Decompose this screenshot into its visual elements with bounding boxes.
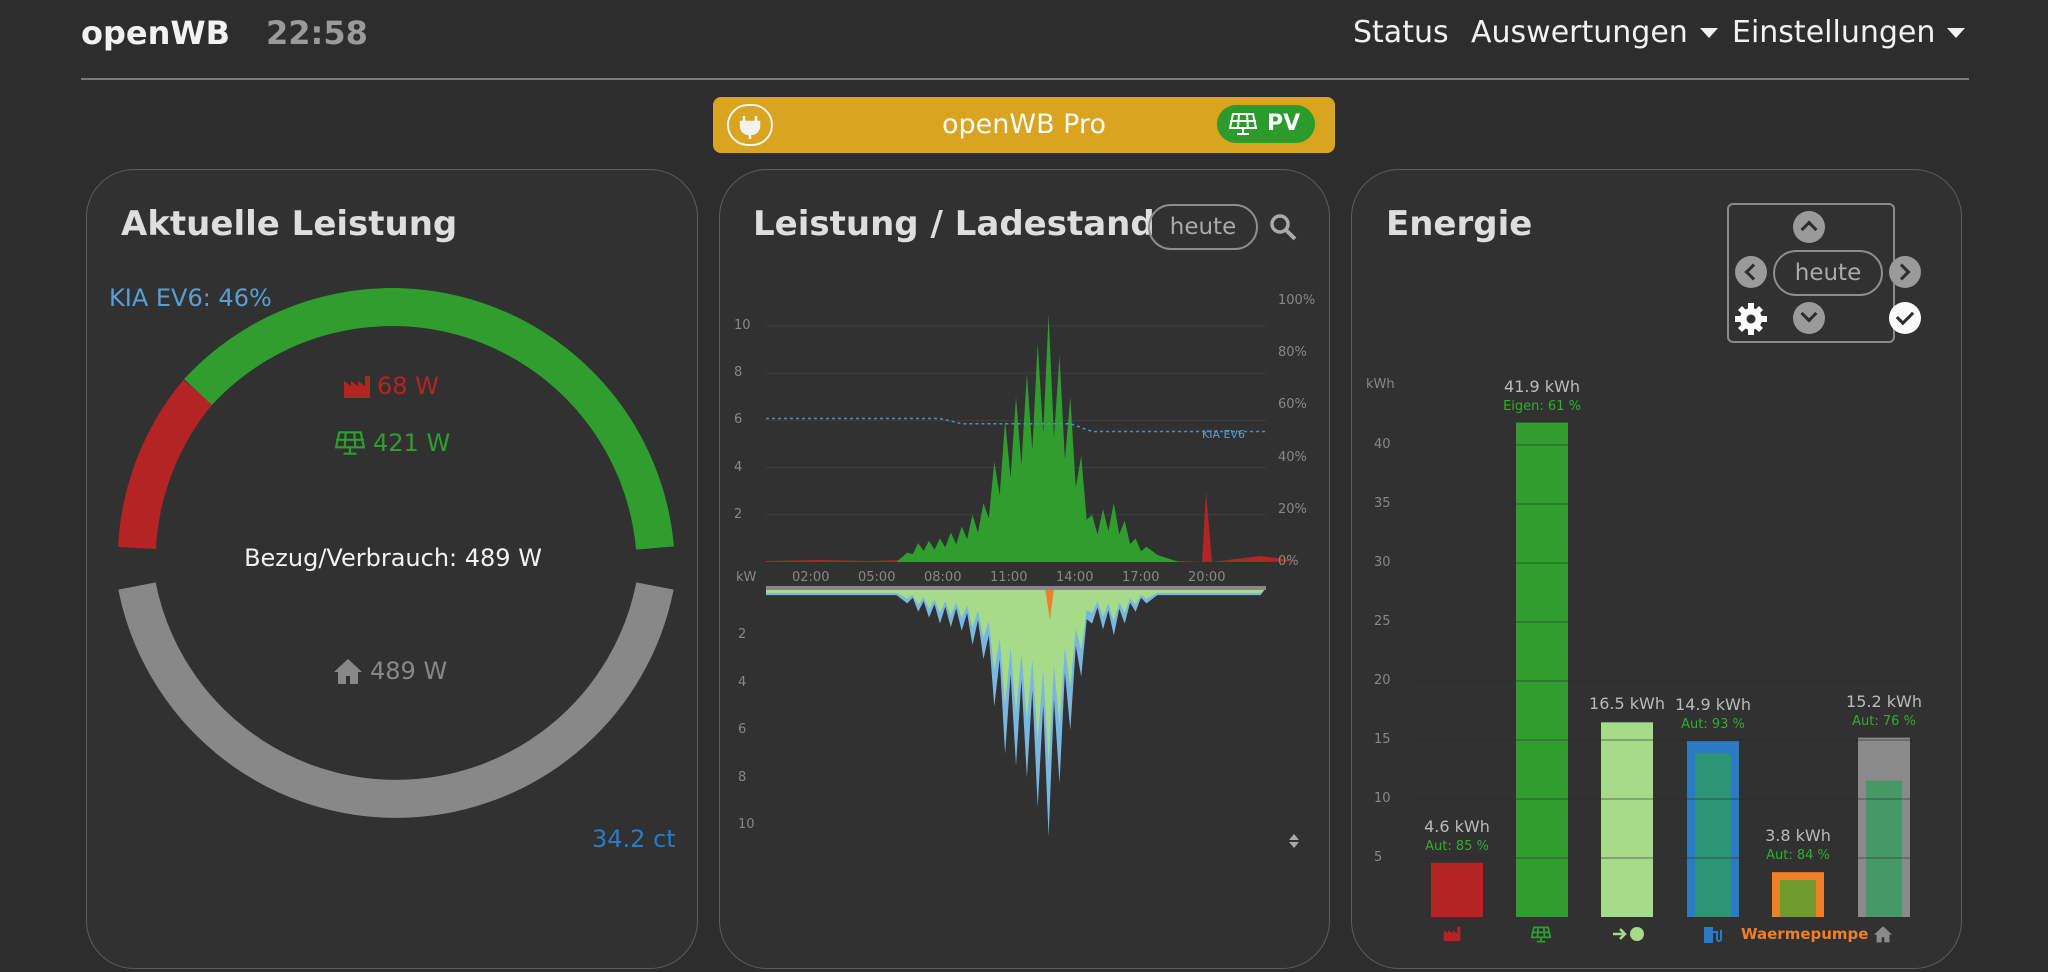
- energy-bar: [1601, 722, 1653, 917]
- nav-status[interactable]: Status: [1353, 15, 1449, 50]
- bar-share-label: Aut: 84 %: [1766, 848, 1830, 864]
- factory-icon: [344, 376, 370, 398]
- bar-share-label: Aut: 85 %: [1425, 838, 1489, 854]
- y-tick-label: 4: [734, 459, 743, 475]
- power-card: Aktuelle Leistung KIA EV6: 46% 68 W 421 …: [86, 169, 698, 969]
- x-tick-label: 14:00: [1056, 570, 1094, 585]
- soc-tick-label: 40%: [1278, 449, 1307, 465]
- soc-tick-label: 20%: [1278, 501, 1307, 517]
- bar-share-label: Aut: 93 %: [1681, 717, 1745, 733]
- charge-mode-badge[interactable]: PV: [1217, 105, 1315, 143]
- nav-status-label: Status: [1353, 15, 1449, 50]
- gauge-grid-segment: [118, 379, 213, 550]
- home-icon: [1874, 926, 1892, 943]
- consumption-summary: Bezug/Verbrauch: 489 W: [244, 544, 542, 572]
- y-tick-label: 4: [738, 674, 747, 690]
- soc-tick-label: 0%: [1278, 554, 1299, 569]
- clock: 22:58: [266, 14, 368, 52]
- nav-auswertungen[interactable]: Auswertungen: [1471, 15, 1718, 50]
- chargepoint-banner[interactable]: openWB Pro PV: [713, 97, 1335, 153]
- solar-panel-icon: [335, 431, 365, 455]
- gauge-pv-segment: [184, 288, 674, 550]
- nav-auswertungen-label: Auswertungen: [1471, 15, 1688, 50]
- y-tick-label: 6: [734, 412, 743, 428]
- y-tick-label: 6: [738, 722, 747, 738]
- energy-bar-self-share: [1695, 753, 1731, 917]
- solar-panel-icon: [1531, 926, 1551, 943]
- bar-share-label: Aut: 76 %: [1852, 713, 1916, 729]
- bar-value-label: 14.9 kWh: [1675, 695, 1751, 715]
- chart-card: Leistung / Ladestand heute KIA EV6 kW 10…: [719, 169, 1330, 969]
- bar-value-label: 16.5 kWh: [1589, 694, 1665, 714]
- grid-power: 68 W: [377, 372, 439, 400]
- export-icon: [1613, 927, 1644, 941]
- soc-tick-label: 60%: [1278, 397, 1307, 413]
- pv-power: 421 W: [373, 429, 451, 457]
- energy-card: Energie heute kWh 40 35 30 25 20 15 10 5 4.6 kW…: [1351, 169, 1962, 969]
- nav-einstellungen-label: Einstellungen: [1732, 15, 1936, 50]
- bar-value-label: 41.9 kWh: [1504, 376, 1580, 396]
- bar-value-label: 3.8 kWh: [1765, 826, 1831, 846]
- soc-tick-label: 100%: [1278, 293, 1316, 308]
- x-tick-label: 05:00: [858, 570, 896, 585]
- home-power: 489 W: [370, 657, 448, 685]
- heatpump-label: Waermepumpe: [1741, 925, 1869, 943]
- solar-panel-icon: [1229, 113, 1257, 135]
- y-tick-label: 10: [738, 817, 755, 832]
- brand-logo[interactable]: openWB: [81, 14, 230, 52]
- factory-icon: [1443, 926, 1461, 942]
- chevron-down-icon: [1699, 27, 1718, 38]
- x-tick-label: 02:00: [792, 570, 830, 585]
- unit-label: kW: [736, 570, 757, 585]
- y-tick-label: 2: [734, 506, 743, 522]
- charging-station-icon: [1704, 927, 1722, 943]
- soc-line-label: KIA EV6: [1202, 428, 1245, 441]
- y-tick-label: 2: [738, 627, 747, 643]
- nav-einstellungen[interactable]: Einstellungen: [1732, 15, 1966, 50]
- chart-baseline-load: [766, 586, 1266, 590]
- x-tick-label: 08:00: [924, 570, 962, 585]
- gauge-home-segment: [118, 582, 674, 818]
- energy-bar-self-share: [1866, 780, 1902, 917]
- chevron-down-icon: [1947, 27, 1966, 38]
- bar-share-label: Eigen: 61 %: [1503, 398, 1581, 414]
- bar-value-label: 4.6 kWh: [1424, 816, 1490, 836]
- soc-tick-label: 80%: [1278, 345, 1307, 361]
- energy-bar: [1431, 862, 1483, 917]
- charge-mode-label: PV: [1267, 111, 1301, 136]
- chart-pv-area: [766, 314, 1266, 562]
- y-tick-label: 10: [734, 318, 751, 333]
- energy-bar-self-share: [1780, 880, 1816, 917]
- x-tick-label: 11:00: [990, 570, 1028, 585]
- header-divider: [81, 78, 1969, 80]
- electricity-price: 34.2 ct: [592, 825, 676, 853]
- y-tick-label: 8: [734, 365, 743, 381]
- home-icon: [334, 659, 362, 684]
- x-tick-label: 17:00: [1122, 570, 1160, 585]
- energy-bar: [1516, 422, 1568, 917]
- y-tick-label: 8: [738, 769, 747, 785]
- bar-value-label: 15.2 kWh: [1846, 691, 1922, 711]
- sort-icon[interactable]: [1289, 834, 1301, 848]
- x-tick-label: 20:00: [1188, 570, 1226, 585]
